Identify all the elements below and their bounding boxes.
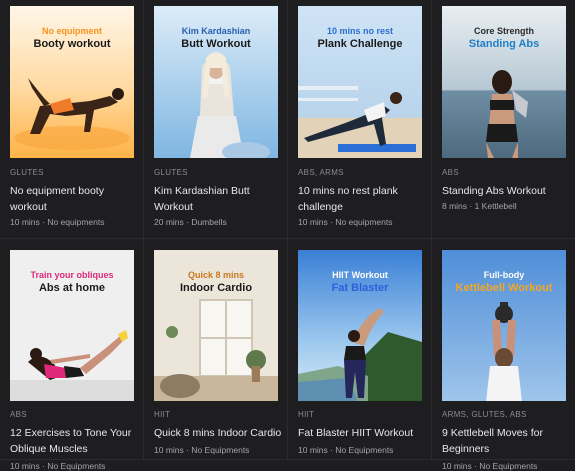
- workout-category: HIIT: [154, 410, 171, 419]
- workout-thumbnail[interactable]: Train your obliques Abs at home: [10, 250, 134, 401]
- workout-title[interactable]: Standing Abs Workout: [442, 183, 570, 199]
- thumbnail-subtitle: Full-body: [483, 270, 525, 280]
- workout-card[interactable]: Train your obliques Abs at home ABS 12 E…: [0, 239, 144, 471]
- thumbnail-subtitle: Core Strength: [473, 26, 534, 36]
- workout-category: GLUTES: [10, 168, 44, 177]
- workout-thumbnail[interactable]: Full-body Kettlebell Workout: [442, 250, 566, 401]
- workout-meta: 10 mins · No Equipments: [154, 445, 250, 455]
- workout-card[interactable]: Quick 8 mins Indoor Cardio HIIT Quick 8 …: [144, 239, 288, 460]
- workout-card[interactable]: 10 mins no rest Plank Challenge ABS, ARM…: [288, 0, 432, 239]
- thumbnail-title: Standing Abs: [468, 38, 540, 50]
- thumbnail-subtitle: Kim Kardashian: [181, 26, 251, 36]
- workout-meta: 10 mins · No Equipments: [10, 461, 106, 471]
- workout-card[interactable]: Core Strength Standing Abs ABS Standing …: [432, 0, 575, 239]
- thumbnail-title: Kettlebell Workout: [455, 282, 553, 294]
- workout-category: ABS: [442, 168, 459, 177]
- workout-title[interactable]: Kim Kardashian Butt Workout: [154, 183, 282, 215]
- workout-meta: 10 mins · No Equipments: [442, 461, 538, 471]
- workout-category: GLUTES: [154, 168, 188, 177]
- thumbnail-title: Indoor Cardio: [179, 282, 253, 294]
- workout-grid: No equipment Booty workout GLUTES No equ…: [0, 0, 575, 471]
- workout-thumbnail[interactable]: Kim Kardashian Butt Workout: [154, 6, 278, 158]
- workout-thumbnail[interactable]: Core Strength Standing Abs: [442, 6, 566, 158]
- workout-thumbnail[interactable]: No equipment Booty workout: [10, 6, 134, 158]
- thumbnail-subtitle: Train your obliques: [30, 270, 114, 280]
- workout-category: HIIT: [298, 410, 315, 419]
- workout-title[interactable]: 10 mins no rest plank challenge: [298, 183, 426, 215]
- thumbnail-title: Booty workout: [33, 38, 111, 50]
- thumbnail-subtitle: HIIT Workout: [332, 270, 388, 280]
- workout-thumbnail[interactable]: Quick 8 mins Indoor Cardio: [154, 250, 278, 401]
- workout-thumbnail[interactable]: 10 mins no rest Plank Challenge: [298, 6, 422, 158]
- thumbnail-subtitle: No equipment: [42, 26, 102, 36]
- workout-meta: 20 mins · Dumbells: [154, 217, 227, 227]
- workout-category: ABS, ARMS: [298, 168, 344, 177]
- workout-title[interactable]: 9 Kettlebell Moves for Beginners: [442, 425, 570, 457]
- workout-title[interactable]: Fat Blaster HIIT Workout: [298, 425, 426, 441]
- workout-card[interactable]: Full-body Kettlebell Workout ARMS, GLUTE…: [432, 239, 575, 471]
- workout-card[interactable]: No equipment Booty workout GLUTES No equ…: [0, 0, 144, 239]
- thumbnail-title: Fat Blaster: [331, 282, 389, 294]
- workout-category: ABS: [10, 410, 27, 419]
- workout-meta: 8 mins · 1 Kettlebell: [442, 201, 517, 211]
- thumbnail-title: Abs at home: [38, 282, 105, 294]
- workout-meta: 10 mins · No equipments: [298, 217, 393, 227]
- thumbnail-subtitle: 10 mins no rest: [326, 26, 394, 36]
- thumbnail-subtitle: Quick 8 mins: [187, 270, 245, 280]
- workout-title[interactable]: 12 Exercises to Tone Your Oblique Muscle…: [10, 425, 138, 457]
- workout-title[interactable]: Quick 8 mins Indoor Cardio: [154, 425, 282, 441]
- workout-meta: 10 mins · No Equipments: [298, 445, 394, 455]
- workout-title[interactable]: No equipment booty workout: [10, 183, 138, 215]
- workout-meta: 10 mins · No equipments: [10, 217, 105, 227]
- workout-thumbnail[interactable]: HIIT Workout Fat Blaster: [298, 250, 422, 401]
- thumbnail-title: Butt Workout: [181, 38, 251, 50]
- workout-card[interactable]: Kim Kardashian Butt Workout GLUTES Kim K…: [144, 0, 288, 239]
- workout-category: ARMS, GLUTES, ABS: [442, 410, 527, 419]
- workout-card[interactable]: HIIT Workout Fat Blaster HIIT Fat Blaste…: [288, 239, 432, 460]
- thumbnail-title: Plank Challenge: [317, 38, 403, 50]
